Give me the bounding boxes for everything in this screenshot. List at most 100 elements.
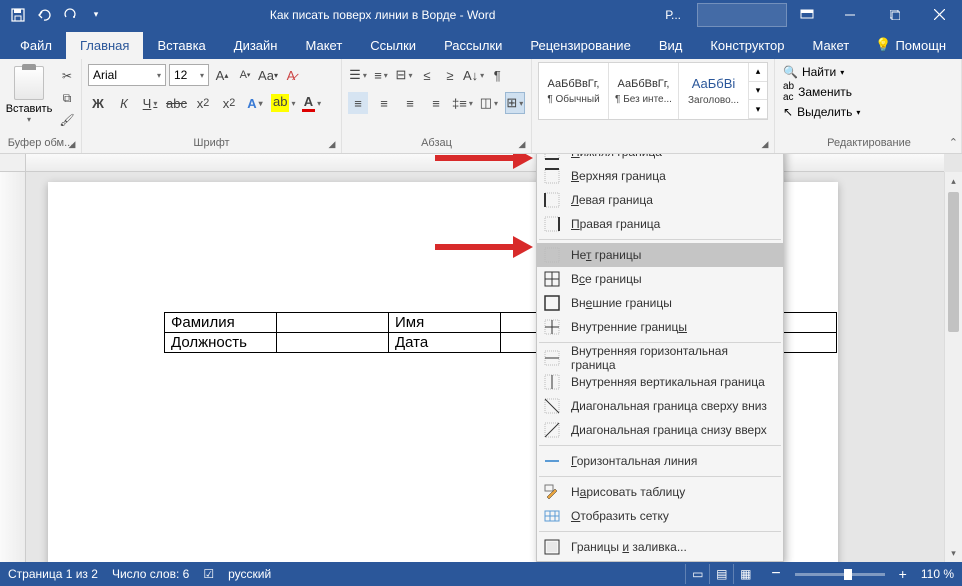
multilevel-icon[interactable]: ⊟ <box>394 64 414 86</box>
bullets-icon[interactable]: ☰ <box>348 64 368 86</box>
decrease-indent-icon[interactable]: ≤ <box>417 64 437 86</box>
increase-indent-icon[interactable]: ≥ <box>440 64 460 86</box>
tab-home[interactable]: Главная <box>66 32 143 59</box>
share-button[interactable]: 👤 <box>958 31 962 59</box>
border-inside-v-item[interactable]: Внутренняя вертикальная граница <box>537 370 783 394</box>
border-inside-h-item[interactable]: Внутренняя горизонтальная граница <box>537 346 783 370</box>
clear-formatting-icon[interactable]: A̷ <box>281 64 301 86</box>
shrink-font-icon[interactable]: A▾ <box>235 64 255 86</box>
style-heading1[interactable]: АаБбВі Заголово... <box>679 63 749 119</box>
show-marks-icon[interactable]: ¶ <box>487 64 507 86</box>
border-left-item[interactable]: Левая граница <box>537 188 783 212</box>
zoom-slider[interactable] <box>795 573 885 576</box>
tab-developer[interactable]: Конструктор <box>696 32 798 59</box>
border-none-item[interactable]: Нет границы <box>537 243 783 267</box>
table-cell[interactable]: Имя <box>389 313 501 333</box>
draw-table-item[interactable]: Нарисовать таблицу <box>537 480 783 504</box>
line-spacing-icon[interactable]: ‡≡ <box>452 92 473 114</box>
border-diag-down-item[interactable]: Диагональная граница сверху вниз <box>537 394 783 418</box>
table-cell[interactable]: Фамилия <box>165 313 277 333</box>
table-cell[interactable] <box>277 313 389 333</box>
tab-insert[interactable]: Вставка <box>143 32 219 59</box>
scroll-thumb[interactable] <box>948 192 959 332</box>
print-layout-icon[interactable]: ▤ <box>709 564 733 584</box>
borders-shading-item[interactable]: Границы и заливка... <box>537 535 783 559</box>
border-right-item[interactable]: Правая граница <box>537 212 783 236</box>
tab-design[interactable]: Дизайн <box>220 32 292 59</box>
tell-me[interactable]: 💡Помощн <box>863 31 958 59</box>
highlight-icon[interactable]: ab <box>271 92 295 114</box>
tab-file[interactable]: Файл <box>6 32 66 59</box>
account-label[interactable]: Р... <box>657 3 689 27</box>
select-button[interactable]: ↖Выделить▾ <box>783 102 955 122</box>
vertical-ruler[interactable] <box>0 172 26 562</box>
close-button[interactable] <box>917 0 962 29</box>
border-diag-up-item[interactable]: Диагональная граница снизу вверх <box>537 418 783 442</box>
format-painter-icon[interactable]: 🖌 <box>56 110 78 130</box>
view-gridlines-item[interactable]: Отобразить сетку <box>537 504 783 528</box>
word-count[interactable]: Число слов: 6 <box>112 567 189 581</box>
shading-icon[interactable]: ◫ <box>479 92 499 114</box>
subscript-icon[interactable]: x2 <box>193 92 213 114</box>
undo-icon[interactable] <box>32 3 56 27</box>
sort-icon[interactable]: A↓ <box>463 64 484 86</box>
qat-dropdown-icon[interactable]: ▾ <box>84 3 108 27</box>
tab-references[interactable]: Ссылки <box>356 32 430 59</box>
borders-button[interactable]: ⊞ <box>505 92 525 114</box>
tab-layout2[interactable]: Макет <box>798 32 863 59</box>
zoom-in-button[interactable]: + <box>899 566 907 582</box>
table-cell[interactable]: Дата <box>389 333 501 353</box>
vertical-scrollbar[interactable]: ▴ ▾ <box>944 172 962 562</box>
grow-font-icon[interactable]: A▴ <box>212 64 232 86</box>
text-effects-icon[interactable]: A <box>245 92 265 114</box>
web-layout-icon[interactable]: ▦ <box>733 564 757 584</box>
paste-button[interactable]: Вставить ▾ <box>6 62 52 130</box>
save-icon[interactable] <box>6 3 30 27</box>
bold-button[interactable]: Ж <box>88 92 108 114</box>
align-center-icon[interactable]: ≡ <box>374 92 394 114</box>
zoom-level[interactable]: 110 % <box>921 567 954 581</box>
style-nospacing[interactable]: АаБбВвГг, ¶ Без инте... <box>609 63 679 119</box>
align-right-icon[interactable]: ≡ <box>400 92 420 114</box>
border-bottom-item[interactable]: ННижняя границаижняя граница <box>537 154 783 164</box>
read-mode-icon[interactable]: ▭ <box>685 564 709 584</box>
italic-button[interactable]: К <box>114 92 134 114</box>
styles-launcher-icon[interactable]: ◢ <box>758 137 772 151</box>
scroll-down-icon[interactable]: ▾ <box>945 544 962 562</box>
copy-icon[interactable]: ⧉ <box>56 88 78 108</box>
tab-review[interactable]: Рецензирование <box>516 32 644 59</box>
font-name-combo[interactable]: Arial▾ <box>88 64 166 86</box>
tab-view[interactable]: Вид <box>645 32 697 59</box>
paragraph-launcher-icon[interactable]: ◢ <box>515 137 529 151</box>
superscript-icon[interactable]: x2 <box>219 92 239 114</box>
styles-gallery-more[interactable]: ▴▾▾ <box>749 63 767 119</box>
border-inside-item[interactable]: Внутренние границы <box>537 315 783 339</box>
underline-button[interactable]: Ч <box>140 92 160 114</box>
scroll-up-icon[interactable]: ▴ <box>945 172 962 190</box>
border-outside-item[interactable]: Внешние границы <box>537 291 783 315</box>
style-normal[interactable]: АаБбВвГг, ¶ Обычный <box>539 63 609 119</box>
numbering-icon[interactable]: ≡ <box>371 64 391 86</box>
spellcheck-icon[interactable]: ☑ <box>203 567 214 581</box>
font-color-icon[interactable]: A <box>301 92 321 114</box>
font-launcher-icon[interactable]: ◢ <box>325 137 339 151</box>
table-cell[interactable] <box>277 333 389 353</box>
collapse-ribbon-icon[interactable]: ⌃ <box>949 136 958 149</box>
redo-icon[interactable] <box>58 3 82 27</box>
clipboard-launcher-icon[interactable]: ◢ <box>65 137 79 151</box>
border-top-item[interactable]: Верхняя граница <box>537 164 783 188</box>
page-indicator[interactable]: Страница 1 из 2 <box>8 567 98 581</box>
ribbon-display-icon[interactable] <box>795 3 819 27</box>
justify-icon[interactable]: ≡ <box>426 92 446 114</box>
maximize-button[interactable] <box>872 0 917 29</box>
replace-button[interactable]: abacЗаменить <box>783 82 955 102</box>
minimize-button[interactable] <box>827 0 872 29</box>
find-button[interactable]: 🔍Найти▾ <box>783 62 955 82</box>
strike-button[interactable]: abc <box>166 92 187 114</box>
font-size-combo[interactable]: 12▾ <box>169 64 209 86</box>
zoom-out-button[interactable]: − <box>771 565 780 583</box>
tab-mailings[interactable]: Рассылки <box>430 32 516 59</box>
tab-layout[interactable]: Макет <box>291 32 356 59</box>
horizontal-line-item[interactable]: Горизонтальная линия <box>537 449 783 473</box>
align-left-icon[interactable]: ≡ <box>348 92 368 114</box>
